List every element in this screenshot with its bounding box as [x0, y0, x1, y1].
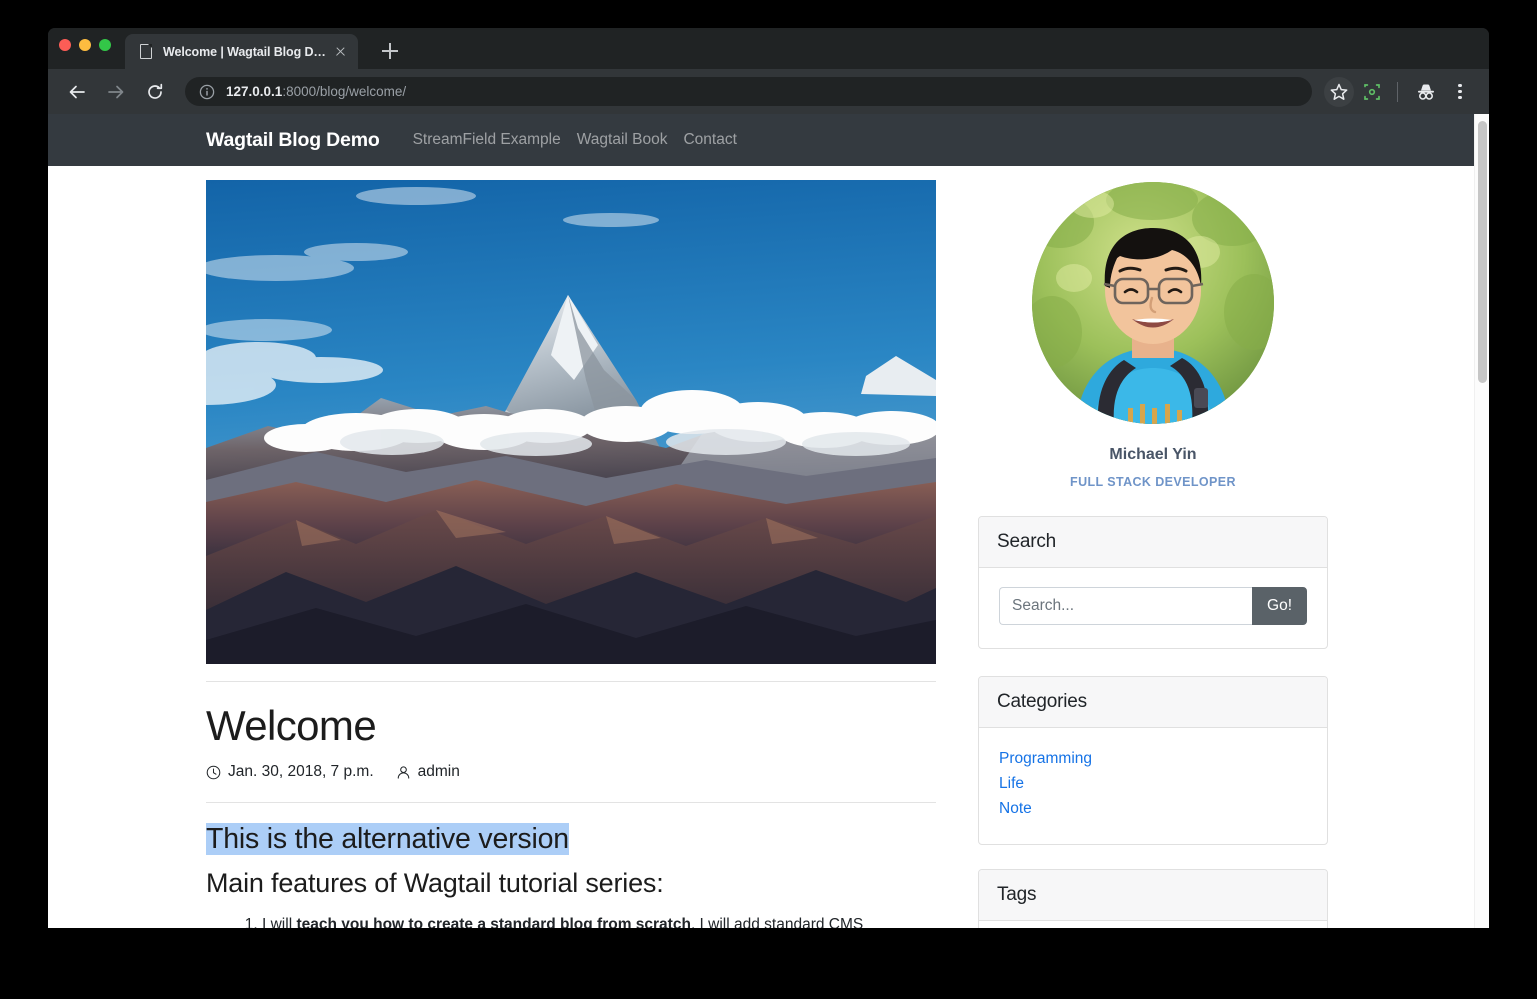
- selected-heading-wrap: This is the alternative version: [206, 803, 948, 856]
- site-nav-links: StreamField Example Wagtail Book Contact: [405, 131, 745, 149]
- features-list: I will teach you how to create a standar…: [206, 913, 948, 928]
- address-bar[interactable]: 127.0.0.1:8000/blog/welcome/: [185, 77, 1312, 106]
- minimize-window-button[interactable]: [79, 39, 91, 51]
- tab-strip: Welcome | Wagtail Blog Demo: [48, 28, 1489, 69]
- categories-widget-heading: Categories: [979, 677, 1327, 728]
- post-date-text: Jan. 30, 2018, 7 p.m.: [228, 763, 374, 781]
- browser-toolbar: 127.0.0.1:8000/blog/welcome/: [48, 69, 1489, 114]
- nav-link-contact[interactable]: Contact: [675, 131, 744, 149]
- new-tab-button[interactable]: [378, 39, 402, 63]
- post-date: Jan. 30, 2018, 7 p.m.: [206, 763, 374, 781]
- reload-button[interactable]: [140, 77, 170, 107]
- page-icon: [138, 44, 153, 59]
- arrow-left-icon: [67, 82, 87, 102]
- main-column: Welcome Jan. 30, 2018, 7 p.m.: [206, 180, 948, 928]
- close-window-button[interactable]: [59, 39, 71, 51]
- selected-heading-text: This is the alternative version: [206, 823, 569, 855]
- page-scrollbar-thumb[interactable]: [1478, 121, 1487, 383]
- search-widget: Search Go!: [978, 516, 1328, 649]
- post-meta: Jan. 30, 2018, 7 p.m. admin: [206, 763, 948, 781]
- back-button[interactable]: [62, 77, 92, 107]
- avatar: [1032, 182, 1274, 424]
- page-content: Welcome Jan. 30, 2018, 7 p.m.: [48, 166, 1489, 928]
- tags-widget-body: [979, 921, 1327, 928]
- search-submit-button[interactable]: Go!: [1252, 587, 1307, 625]
- user-icon: [396, 765, 418, 780]
- close-icon[interactable]: [331, 43, 349, 61]
- post-author: admin: [396, 763, 460, 781]
- reload-icon: [145, 82, 165, 102]
- url-path: :8000/blog/welcome/: [282, 84, 406, 99]
- search-input[interactable]: [999, 587, 1252, 625]
- browser-window: Welcome | Wagtail Blog Demo: [48, 28, 1489, 928]
- url-text: 127.0.0.1:8000/blog/welcome/: [226, 84, 406, 99]
- browser-tab[interactable]: Welcome | Wagtail Blog Demo: [125, 34, 358, 69]
- avatar-wrap: [978, 182, 1328, 424]
- bookmark-star-icon[interactable]: [1324, 77, 1354, 107]
- nav-link-wagtail-book[interactable]: Wagtail Book: [569, 131, 676, 149]
- category-link-programming[interactable]: Programming: [999, 747, 1307, 772]
- category-link-note[interactable]: Note: [999, 797, 1307, 822]
- incognito-icon[interactable]: [1411, 77, 1441, 107]
- hero-image: [206, 180, 936, 664]
- categories-list: Programming Life Note: [979, 728, 1327, 844]
- categories-widget: Categories Programming Life Note: [978, 676, 1328, 845]
- category-link-life[interactable]: Life: [999, 772, 1307, 797]
- forward-button[interactable]: [101, 77, 131, 107]
- nav-link-streamfield-example[interactable]: StreamField Example: [405, 131, 569, 149]
- search-row: Go!: [999, 587, 1307, 625]
- tab-title: Welcome | Wagtail Blog Demo: [163, 45, 327, 59]
- maximize-window-button[interactable]: [99, 39, 111, 51]
- features-sub-heading: Main features of Wagtail tutorial series…: [206, 868, 948, 899]
- cast-icon[interactable]: [1356, 77, 1386, 107]
- tags-widget-heading: Tags: [979, 870, 1327, 921]
- selected-heading: This is the alternative version: [206, 823, 569, 856]
- search-widget-heading: Search: [979, 517, 1327, 568]
- list-item-lead: I will: [262, 916, 296, 928]
- toolbar-divider: [1397, 82, 1398, 102]
- page-title: Welcome: [206, 703, 948, 749]
- list-item: I will teach you how to create a standar…: [262, 913, 948, 928]
- browser-menu-icon[interactable]: [1445, 77, 1475, 107]
- author-name: Michael Yin: [978, 446, 1328, 464]
- post-author-text: admin: [418, 763, 460, 781]
- page-viewport: Wagtail Blog Demo StreamField Example Wa…: [48, 114, 1489, 928]
- clock-icon: [206, 765, 228, 780]
- arrow-right-icon: [106, 82, 126, 102]
- url-host: 127.0.0.1: [226, 84, 282, 99]
- window-controls: [59, 39, 111, 51]
- tags-widget: Tags: [978, 869, 1328, 928]
- list-item-tail: , I will add standard CMS: [691, 916, 863, 928]
- page-scrollbar[interactable]: [1474, 114, 1489, 928]
- author-role: FULL STACK DEVELOPER: [978, 475, 1328, 489]
- list-item-bold: teach you how to create a standard blog …: [296, 916, 690, 928]
- hero-divider: [206, 681, 936, 682]
- search-widget-body: Go!: [979, 568, 1327, 648]
- info-circle-icon[interactable]: [199, 84, 215, 100]
- sidebar: Michael Yin FULL STACK DEVELOPER Search …: [978, 180, 1328, 928]
- site-brand[interactable]: Wagtail Blog Demo: [206, 129, 380, 152]
- site-navbar: Wagtail Blog Demo StreamField Example Wa…: [48, 114, 1489, 166]
